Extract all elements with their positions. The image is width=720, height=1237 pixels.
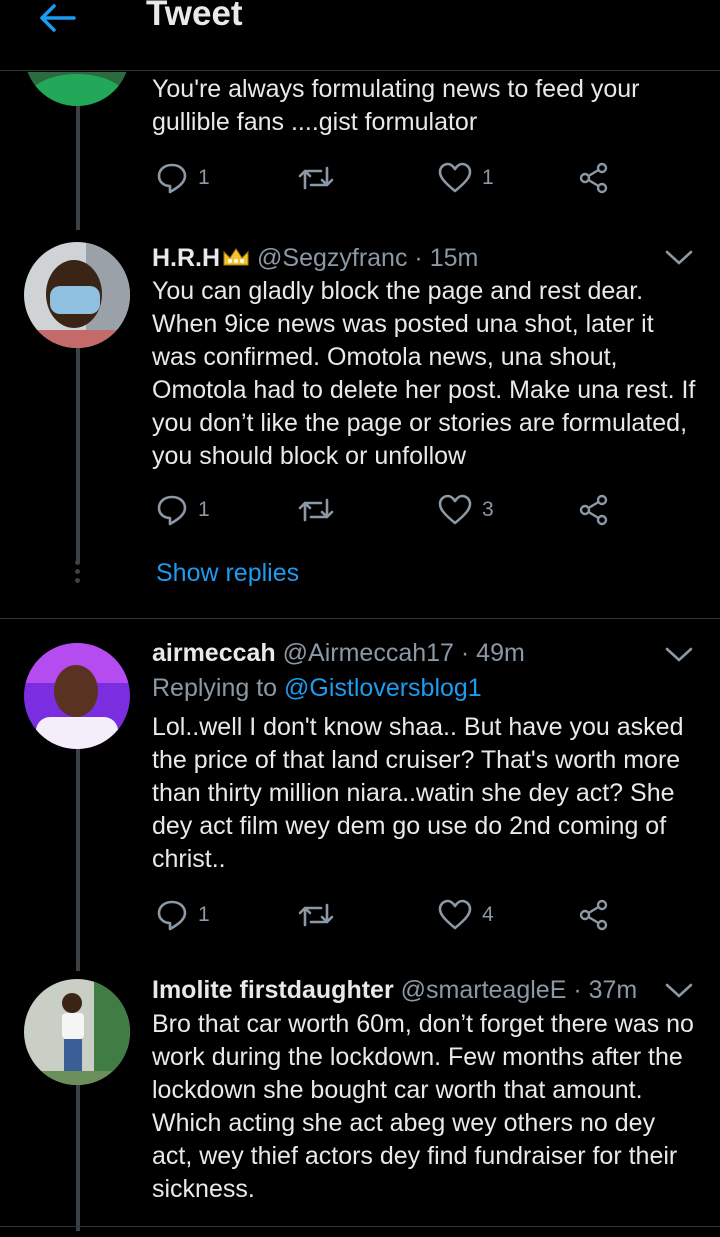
thread-line xyxy=(76,749,80,971)
share-button[interactable] xyxy=(578,490,610,530)
like-count: 3 xyxy=(482,498,494,521)
retweet-icon xyxy=(298,166,334,190)
thread-dots xyxy=(75,560,81,587)
retweet-icon xyxy=(298,903,334,927)
avatar[interactable] xyxy=(24,979,130,1085)
reply-count: 1 xyxy=(198,166,210,189)
reply-count: 1 xyxy=(198,498,210,521)
like-button[interactable]: 4 xyxy=(438,895,494,935)
divider xyxy=(0,1226,720,1227)
crown-icon xyxy=(223,248,249,266)
thread-line xyxy=(76,348,80,564)
retweet-icon xyxy=(298,498,334,522)
replying-to-label: Replying to xyxy=(152,674,278,702)
like-count: 4 xyxy=(482,903,494,926)
tweet-text: You're always formulating news to feed y… xyxy=(152,75,640,136)
back-arrow-icon xyxy=(40,4,76,32)
tweet-time: · 49m xyxy=(460,639,525,667)
author-handle[interactable]: @smarteagleE xyxy=(401,976,567,1004)
tweet-actions: 1 3 xyxy=(152,490,622,530)
replying-to: Replying to @Gistloversblog1 xyxy=(152,674,482,703)
reply-count: 1 xyxy=(198,903,210,926)
thread-line xyxy=(76,106,80,230)
retweet-button[interactable] xyxy=(298,490,334,530)
thread-line xyxy=(76,1085,80,1231)
tweet[interactable]: Imolite firstdaughter @smarteagleE · 37m… xyxy=(0,971,720,1231)
show-replies-link[interactable]: Show replies xyxy=(156,559,299,588)
share-button[interactable] xyxy=(578,158,610,198)
chevron-down-icon[interactable] xyxy=(664,248,694,268)
like-icon xyxy=(438,494,472,525)
tweet-text: Bro that car worth 60m, don’t forget the… xyxy=(152,1010,694,1203)
tweet-time: · 37m xyxy=(573,976,638,1004)
retweet-button[interactable] xyxy=(298,895,334,935)
reply-icon xyxy=(157,495,187,526)
replying-to-handle[interactable]: @Gistloversblog1 xyxy=(284,674,482,702)
tweet-actions: 1 4 xyxy=(152,895,622,935)
tweet[interactable]: airmeccah @Airmeccah17 · 49m Replying to… xyxy=(0,619,720,971)
author-name[interactable]: airmeccah xyxy=(152,639,276,667)
share-icon xyxy=(579,494,608,526)
page-title: Tweet xyxy=(146,0,243,33)
tweet-meta: H.R.H @Segzyfranc · 15m xyxy=(152,244,478,273)
tweet-text: Lol..well I don't know shaa.. But have y… xyxy=(152,713,684,873)
author-handle[interactable]: @Segzyfranc xyxy=(257,244,407,272)
share-icon xyxy=(579,162,608,194)
like-icon xyxy=(438,162,472,193)
like-button[interactable]: 1 xyxy=(438,158,494,198)
like-button[interactable]: 3 xyxy=(438,490,494,530)
tweet-time: · 15m xyxy=(414,244,479,272)
top-bar: Tweet xyxy=(0,0,720,71)
reply-icon xyxy=(157,163,187,194)
reply-button[interactable]: 1 xyxy=(156,490,210,530)
tweet[interactable]: H.R.H @Segzyfranc · 15m You can gladly b… xyxy=(0,230,720,618)
tweet-meta: airmeccah @Airmeccah17 · 49m xyxy=(152,639,525,668)
reply-button[interactable]: 1 xyxy=(156,895,210,935)
tweet-text: You can gladly block the page and rest d… xyxy=(152,277,696,470)
chevron-down-icon[interactable] xyxy=(664,981,694,1001)
author-name[interactable]: Imolite firstdaughter xyxy=(152,976,394,1004)
author-handle[interactable]: @Airmeccah17 xyxy=(283,639,454,667)
tweet-meta: Imolite firstdaughter @smarteagleE · 37m xyxy=(152,976,637,1005)
tweet-actions: 1 1 xyxy=(152,158,622,198)
chevron-down-icon[interactable] xyxy=(664,645,694,665)
reply-button[interactable]: 1 xyxy=(156,158,210,198)
avatar[interactable] xyxy=(24,643,130,749)
author-name[interactable]: H.R.H xyxy=(152,244,220,272)
back-button[interactable] xyxy=(34,0,82,36)
share-button[interactable] xyxy=(578,895,610,935)
share-icon xyxy=(579,899,608,931)
reply-icon xyxy=(157,900,187,931)
like-count: 1 xyxy=(482,166,494,189)
avatar[interactable] xyxy=(24,242,130,348)
like-icon xyxy=(438,899,472,930)
retweet-button[interactable] xyxy=(298,158,334,198)
